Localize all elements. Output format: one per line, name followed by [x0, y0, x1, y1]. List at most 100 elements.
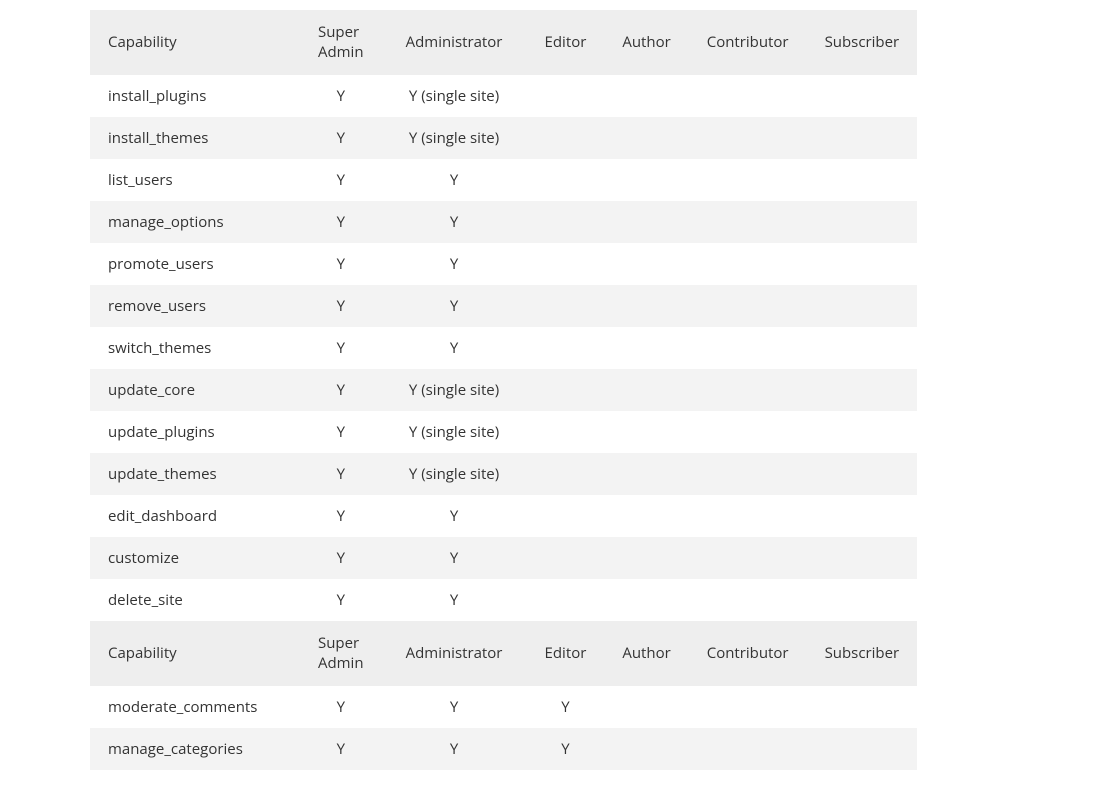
table-row: manage_optionsYY — [90, 201, 917, 243]
col-super-admin: Super Admin — [300, 10, 382, 75]
table-header-repeat: Capability Super Admin Administrator Edi… — [90, 621, 917, 686]
capabilities-table-page: Capability Super Admin Administrator Edi… — [0, 0, 1100, 800]
table-row: update_coreYY (single site) — [90, 369, 917, 411]
cell-capability: update_core — [90, 369, 300, 411]
cell-super-admin: Y — [300, 75, 382, 117]
cell-author — [604, 728, 688, 770]
cell-author — [604, 579, 688, 621]
cell-administrator: Y — [382, 285, 527, 327]
cell-administrator: Y — [382, 579, 527, 621]
cell-super-admin: Y — [300, 327, 382, 369]
cell-editor — [527, 411, 605, 453]
cell-administrator: Y — [382, 686, 527, 728]
table-row: moderate_commentsYYY — [90, 686, 917, 728]
cell-contributor — [689, 285, 807, 327]
cell-author — [604, 411, 688, 453]
table-row: switch_themesYY — [90, 327, 917, 369]
cell-editor — [527, 369, 605, 411]
col-editor: Editor — [527, 10, 605, 75]
col-author: Author — [604, 621, 688, 686]
cell-contributor — [689, 159, 807, 201]
section1-body: install_pluginsYY (single site)install_t… — [90, 75, 917, 621]
cell-super-admin: Y — [300, 453, 382, 495]
cell-subscriber — [807, 159, 918, 201]
cell-super-admin: Y — [300, 201, 382, 243]
cell-capability: delete_site — [90, 579, 300, 621]
cell-administrator: Y (single site) — [382, 117, 527, 159]
cell-author — [604, 327, 688, 369]
cell-capability: update_plugins — [90, 411, 300, 453]
cell-subscriber — [807, 495, 918, 537]
col-super-admin-line2: Admin — [318, 653, 364, 673]
col-capability: Capability — [90, 10, 300, 75]
cell-super-admin: Y — [300, 579, 382, 621]
col-capability: Capability — [90, 621, 300, 686]
col-subscriber: Subscriber — [807, 621, 918, 686]
col-contributor: Contributor — [689, 621, 807, 686]
cell-subscriber — [807, 453, 918, 495]
cell-administrator: Y (single site) — [382, 411, 527, 453]
cell-editor — [527, 285, 605, 327]
cell-capability: moderate_comments — [90, 686, 300, 728]
cell-contributor — [689, 579, 807, 621]
cell-author — [604, 201, 688, 243]
cell-editor — [527, 75, 605, 117]
cell-subscriber — [807, 728, 918, 770]
cell-editor — [527, 537, 605, 579]
cell-author — [604, 75, 688, 117]
cell-contributor — [689, 243, 807, 285]
cell-editor — [527, 117, 605, 159]
table-header: Capability Super Admin Administrator Edi… — [90, 10, 917, 75]
cell-editor — [527, 201, 605, 243]
cell-contributor — [689, 411, 807, 453]
col-super-admin: Super Admin — [300, 621, 382, 686]
cell-capability: promote_users — [90, 243, 300, 285]
cell-subscriber — [807, 201, 918, 243]
cell-contributor — [689, 453, 807, 495]
table-row: promote_usersYY — [90, 243, 917, 285]
cell-super-admin: Y — [300, 495, 382, 537]
table-row: list_usersYY — [90, 159, 917, 201]
col-administrator: Administrator — [382, 621, 527, 686]
cell-capability: edit_dashboard — [90, 495, 300, 537]
cell-subscriber — [807, 327, 918, 369]
table-row: delete_siteYY — [90, 579, 917, 621]
cell-subscriber — [807, 579, 918, 621]
cell-author — [604, 243, 688, 285]
cell-subscriber — [807, 411, 918, 453]
cell-super-admin: Y — [300, 728, 382, 770]
cell-contributor — [689, 201, 807, 243]
col-super-admin-line1: Super — [318, 22, 359, 42]
cell-author — [604, 285, 688, 327]
cell-administrator: Y — [382, 537, 527, 579]
cell-capability: install_plugins — [90, 75, 300, 117]
cell-administrator: Y — [382, 243, 527, 285]
cell-editor — [527, 579, 605, 621]
cell-subscriber — [807, 285, 918, 327]
cell-author — [604, 453, 688, 495]
table-row: update_pluginsYY (single site) — [90, 411, 917, 453]
cell-contributor — [689, 117, 807, 159]
section2-body: moderate_commentsYYYmanage_categoriesYYY — [90, 686, 917, 770]
cell-author — [604, 495, 688, 537]
cell-editor — [527, 495, 605, 537]
cell-administrator: Y (single site) — [382, 369, 527, 411]
cell-subscriber — [807, 537, 918, 579]
col-author: Author — [604, 10, 688, 75]
cell-editor — [527, 159, 605, 201]
table-row: manage_categoriesYYY — [90, 728, 917, 770]
cell-contributor — [689, 369, 807, 411]
cell-capability: manage_options — [90, 201, 300, 243]
cell-author — [604, 537, 688, 579]
col-contributor: Contributor — [689, 10, 807, 75]
cell-administrator: Y — [382, 201, 527, 243]
cell-subscriber — [807, 369, 918, 411]
cell-subscriber — [807, 117, 918, 159]
cell-contributor — [689, 327, 807, 369]
cell-super-admin: Y — [300, 686, 382, 728]
cell-super-admin: Y — [300, 369, 382, 411]
cell-subscriber — [807, 243, 918, 285]
cell-administrator: Y — [382, 327, 527, 369]
capabilities-table: Capability Super Admin Administrator Edi… — [90, 10, 917, 770]
col-subscriber: Subscriber — [807, 10, 918, 75]
